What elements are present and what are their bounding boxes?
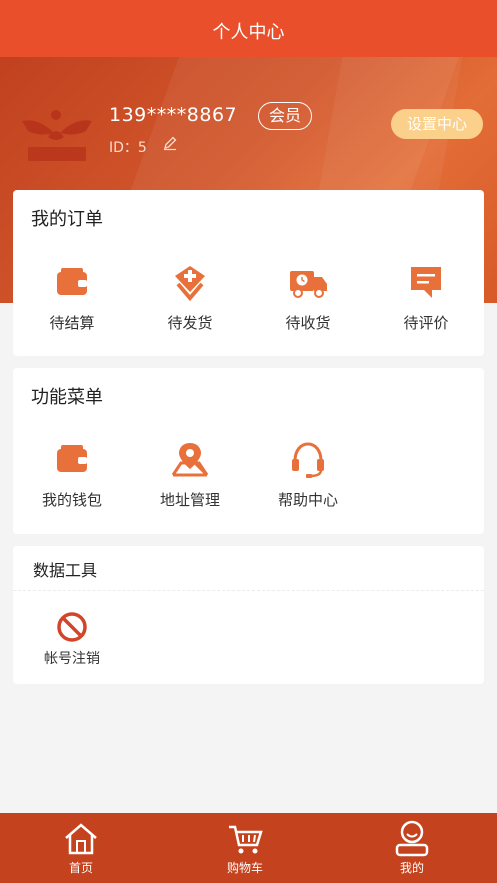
ban-icon (57, 612, 87, 642)
order-item-pending-receive[interactable]: 待收货 (249, 262, 367, 333)
tools-card: 数据工具 帐号注销 (13, 546, 484, 684)
order-item-pending-ship[interactable]: 待发货 (131, 262, 249, 333)
user-phone: 139****8867 (109, 104, 238, 126)
function-item-label: 我的钱包 (41, 491, 102, 509)
functions-card: 功能菜单 我的钱包 地址管理 帮助中心 (13, 368, 484, 534)
user-id: ID：5 (109, 140, 147, 156)
bottom-tab-bar: 首页 购物车 我的 (0, 813, 497, 883)
top-bar: 个人中心 (0, 0, 497, 57)
member-badge[interactable]: 会员 (258, 102, 312, 130)
location-icon (171, 443, 209, 477)
brand-logo-icon (22, 110, 92, 161)
edit-icon[interactable] (162, 135, 178, 151)
home-icon (65, 823, 97, 855)
tools-title: 数据工具 (33, 561, 98, 580)
function-item-wallet[interactable]: 我的钱包 (13, 439, 131, 510)
order-item-pending-settle[interactable]: 待结算 (13, 262, 131, 333)
tab-label: 我的 (399, 861, 424, 875)
comment-icon (411, 267, 441, 298)
page-title: 个人中心 (212, 22, 285, 43)
order-item-pending-review[interactable]: 待评价 (367, 262, 485, 333)
user-icon (395, 820, 429, 857)
tab-label: 首页 (68, 861, 93, 875)
order-item-label: 待收货 (285, 314, 331, 332)
tab-home[interactable]: 首页 (21, 813, 141, 876)
settings-button[interactable]: 设置中心 (391, 109, 483, 139)
tab-cart[interactable]: 购物车 (185, 813, 305, 876)
tab-mine[interactable]: 我的 (352, 813, 472, 876)
tool-item-label: 帐号注销 (44, 651, 100, 667)
divider (13, 590, 484, 591)
function-item-label: 地址管理 (159, 491, 220, 509)
orders-card: 我的订单 待结算 待发货 待收货 待评价 (13, 190, 484, 356)
function-item-help[interactable]: 帮助中心 (249, 439, 367, 510)
package-icon (175, 266, 205, 302)
cart-icon (229, 825, 263, 854)
order-item-label: 待发货 (167, 314, 213, 332)
tool-item-account-cancel[interactable]: 帐号注销 (13, 610, 131, 668)
headset-icon (292, 442, 324, 478)
order-item-label: 待评价 (403, 314, 449, 332)
function-item-label: 帮助中心 (277, 491, 338, 509)
orders-title: 我的订单 (31, 209, 103, 230)
function-item-address[interactable]: 地址管理 (131, 439, 249, 510)
truck-icon (290, 271, 327, 298)
tab-label: 购物车 (226, 861, 263, 875)
wallet-icon (57, 445, 87, 472)
order-item-label: 待结算 (49, 314, 95, 332)
functions-title: 功能菜单 (31, 387, 103, 408)
wallet-icon (57, 268, 87, 295)
